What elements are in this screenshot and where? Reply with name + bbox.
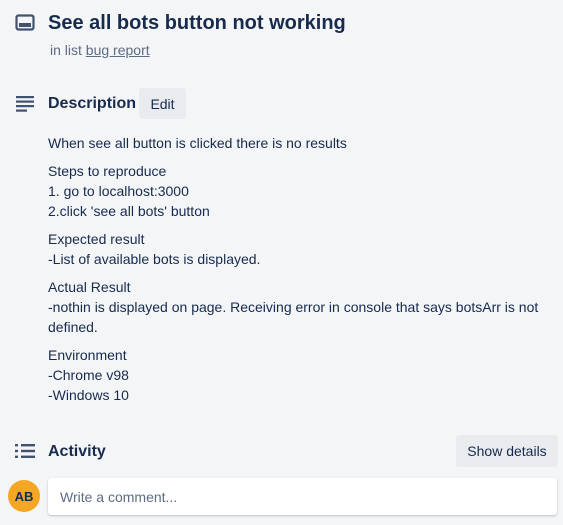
card-icon xyxy=(13,11,37,35)
avatar[interactable]: AB xyxy=(8,480,40,512)
list-link[interactable]: bug report xyxy=(86,42,150,58)
show-details-button[interactable]: Show details xyxy=(456,435,558,467)
description-lines-icon xyxy=(13,91,37,115)
in-list-prefix: in list xyxy=(50,42,82,58)
card-title[interactable]: See all bots button not working xyxy=(48,10,346,36)
description-body[interactable]: When see all button is clicked there is … xyxy=(48,133,553,413)
description-title: Description xyxy=(48,95,137,112)
description-paragraph: Actual Result -nothin is displayed on pa… xyxy=(48,279,539,335)
comment-input[interactable]: Write a comment... xyxy=(48,478,557,515)
description-paragraph: Steps to reproduce 1. go to localhost:30… xyxy=(48,163,210,219)
activity-list-icon xyxy=(13,439,37,463)
edit-description-button[interactable]: Edit xyxy=(139,88,186,119)
activity-title: Activity xyxy=(48,443,106,460)
description-paragraph: Environment -Chrome v98 -Windows 10 xyxy=(48,347,129,403)
in-list-text: in list bug report xyxy=(50,41,150,59)
card-detail: See all bots button not working in list … xyxy=(0,0,563,525)
description-paragraph: When see all button is clicked there is … xyxy=(48,135,347,151)
description-paragraph: Expected result -List of available bots … xyxy=(48,231,261,267)
